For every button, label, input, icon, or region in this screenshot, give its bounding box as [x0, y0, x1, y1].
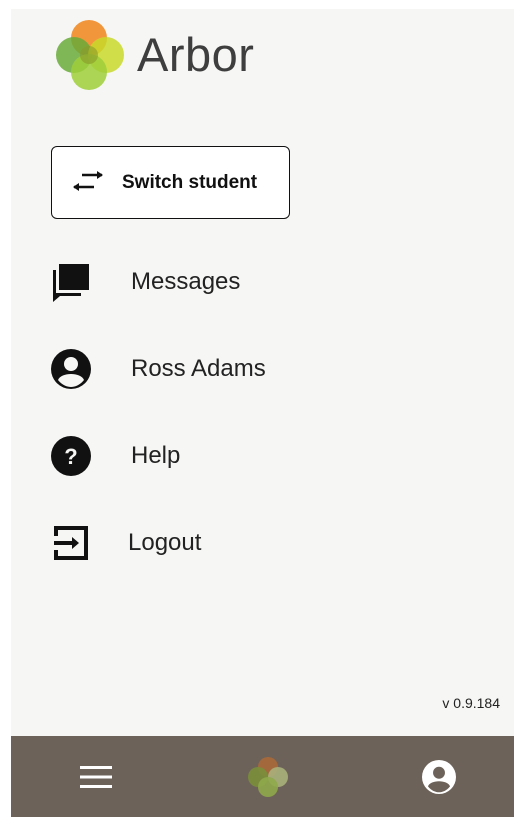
menu-item-messages[interactable]: Messages [51, 257, 471, 307]
account-circle-icon [422, 759, 456, 794]
bottom-nav-bar [11, 736, 514, 817]
arbor-logo: Arbor [51, 15, 291, 95]
logout-icon [51, 523, 91, 563]
help-circle-icon: ? [51, 436, 91, 476]
account-circle-icon [51, 349, 91, 389]
version-label: v 0.9.184 [442, 695, 500, 711]
hamburger-menu-icon [80, 765, 112, 788]
menu-item-label: Messages [131, 268, 241, 295]
arbor-logo-icon [56, 20, 124, 90]
bottom-nav-profile-button[interactable] [399, 736, 479, 817]
arbor-logo-icon [248, 756, 288, 797]
bottom-nav-home-button[interactable] [228, 736, 308, 817]
switch-student-button[interactable]: Switch student [51, 146, 290, 219]
swap-arrows-icon [66, 170, 110, 195]
menu-item-logout[interactable]: Logout [51, 518, 471, 568]
bottom-nav-menu-button[interactable] [56, 736, 136, 817]
menu-item-label: Ross Adams [131, 355, 266, 382]
messages-icon [51, 262, 91, 302]
side-menu-panel: Arbor Switch student Messages Ross Adams… [11, 9, 514, 736]
menu-item-label: Logout [128, 529, 202, 556]
menu-item-label: Help [131, 442, 181, 469]
logo-text: Arbor [137, 28, 255, 81]
menu-item-profile[interactable]: Ross Adams [51, 344, 471, 394]
switch-student-label: Switch student [122, 171, 258, 193]
svg-text:?: ? [64, 444, 77, 469]
menu-item-help[interactable]: ? Help [51, 431, 471, 481]
